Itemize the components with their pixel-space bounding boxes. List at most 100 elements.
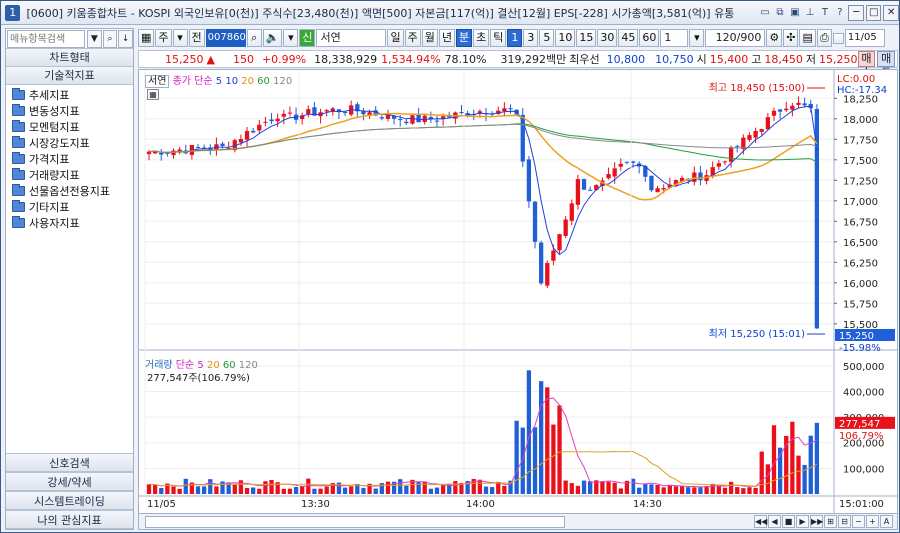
minute-3[interactable]: 3	[523, 29, 539, 47]
window-tool-icon[interactable]: ▣	[788, 6, 801, 20]
last-icon[interactable]: ▶▶	[810, 515, 823, 528]
window-tool-icon[interactable]: ⧉	[773, 6, 786, 20]
tree-item[interactable]: 시장강도지표	[6, 135, 133, 151]
minute-45[interactable]: 45	[618, 29, 639, 47]
chart-type-header[interactable]: 차트형태	[6, 49, 133, 67]
zoom-in-icon[interactable]: +	[866, 515, 879, 528]
lc-label: LC:0.00	[837, 74, 875, 85]
period-day[interactable]: 일	[387, 29, 404, 47]
period-year[interactable]: 년	[438, 29, 455, 47]
prev-icon[interactable]: ◀	[768, 515, 781, 528]
dropdown-icon[interactable]: ▾	[172, 29, 188, 47]
all-button[interactable]: 전	[188, 29, 205, 47]
window-tool-icon[interactable]: ▭	[758, 6, 771, 20]
period-month[interactable]: 월	[421, 29, 438, 47]
speaker-icon[interactable]: 🔈	[262, 29, 283, 47]
tree-item[interactable]: 모멘텀지표	[6, 119, 133, 135]
period-week[interactable]: 주	[404, 29, 421, 47]
checkbox[interactable]	[832, 32, 844, 44]
folder-icon	[12, 200, 25, 212]
signal-search-tab[interactable]: 신호검색	[6, 453, 133, 472]
dropdown-icon[interactable]: ▼	[87, 30, 102, 48]
tree-item[interactable]: 가격지표	[6, 151, 133, 167]
trade-amount: 319,292백만	[500, 53, 567, 66]
candle-body	[575, 179, 581, 205]
credit-icon[interactable]: 신	[299, 29, 316, 47]
market-select[interactable]: 주	[155, 29, 172, 47]
minute-60[interactable]: 60	[639, 29, 660, 47]
ma-label: 종가 단순	[172, 76, 213, 87]
strength-tab[interactable]: 강세/약세	[6, 472, 133, 491]
system-trading-tab[interactable]: 시스템트레이딩	[6, 491, 133, 510]
minimize-button[interactable]: ─	[848, 4, 864, 21]
ma20-label: 20	[241, 76, 254, 87]
stock-code-input[interactable]: 007860	[205, 29, 246, 47]
font-icon[interactable]: A	[880, 515, 893, 528]
grid-icon[interactable]: ▦	[138, 29, 155, 47]
tech-indicator-header[interactable]: 기술적지표	[6, 67, 133, 85]
sell-button[interactable]: 매도	[877, 51, 895, 79]
arrow-down-icon[interactable]: ↓	[118, 30, 134, 48]
volume-bar	[300, 485, 305, 494]
volume-bar	[312, 488, 317, 494]
volume-bar	[146, 484, 152, 494]
tree-item[interactable]: 거래량지표	[6, 167, 133, 183]
buy-button[interactable]: 매수	[857, 51, 876, 79]
settings-icon[interactable]: ⚙	[766, 29, 783, 47]
period-tick[interactable]: 틱	[490, 29, 507, 47]
scroll-track[interactable]	[145, 515, 565, 528]
tree-item[interactable]: 변동성지표	[6, 103, 133, 119]
pin-icon[interactable]: ⊥	[803, 6, 816, 20]
volume-bar	[440, 485, 446, 494]
close-button[interactable]: ✕	[883, 4, 899, 21]
minute-5[interactable]: 5	[539, 29, 555, 47]
stock-tab[interactable]: 서연	[145, 75, 170, 88]
candle-body	[661, 188, 666, 190]
chart-option-icon[interactable]: ▦	[147, 89, 159, 100]
first-icon[interactable]: ◀◀	[754, 515, 767, 528]
dropdown-icon[interactable]: ▾	[689, 29, 705, 47]
period-second[interactable]: 초	[473, 29, 490, 47]
next-icon[interactable]: ▶	[796, 515, 809, 528]
zoom-out-icon[interactable]: −	[852, 515, 865, 528]
minute-15[interactable]: 15	[576, 29, 597, 47]
chart-area[interactable]: 18,250 18,000 17,750 17,500 17,250 17,000 16,7…	[138, 69, 898, 530]
volume-bar	[563, 480, 568, 494]
text-icon[interactable]: T	[818, 6, 831, 20]
candle-body	[416, 114, 421, 123]
save-icon[interactable]: ▤	[799, 29, 816, 47]
help-icon[interactable]: ?	[833, 6, 846, 20]
search-icon[interactable]: ⌕	[246, 29, 262, 47]
maximize-button[interactable]: □	[865, 4, 882, 21]
tree-item[interactable]: 선물옵션전용지표	[6, 183, 133, 199]
candle-body	[532, 201, 538, 242]
candle-body	[735, 146, 740, 148]
candle-body	[195, 147, 201, 149]
search-icon[interactable]: ⌕	[102, 30, 118, 48]
period-minute[interactable]: 분	[455, 29, 473, 47]
tree-item[interactable]: 추세지표	[6, 87, 133, 103]
count-input[interactable]: 120/900	[705, 29, 766, 47]
panel-bottom-tabs: 신호검색 강세/약세 시스템트레이딩 나의 관심지표	[6, 453, 133, 529]
volume-bar	[214, 486, 219, 494]
up-arrow-icon: ▲	[206, 52, 215, 66]
my-indicators-tab[interactable]: 나의 관심지표	[6, 510, 133, 529]
zoom-fit-icon[interactable]: ⊞	[824, 515, 837, 528]
volume-bar	[698, 487, 703, 494]
date-input[interactable]: 11/05	[844, 29, 885, 47]
volume-bar	[269, 479, 274, 494]
tree-item[interactable]: 사용자지표	[6, 215, 133, 231]
chart-svg[interactable]: 18,25018,00017,75017,50017,25017,00016,7…	[139, 70, 897, 514]
minute-1[interactable]: 1	[507, 29, 523, 47]
volume-bar	[808, 435, 813, 494]
print-icon[interactable]: ⎙	[816, 29, 832, 47]
stop-icon[interactable]: ■	[782, 515, 795, 528]
tree-item[interactable]: 기타지표	[6, 199, 133, 215]
dropdown-icon[interactable]: ▾	[283, 29, 299, 47]
minute-30[interactable]: 30	[597, 29, 618, 47]
crosshair-icon[interactable]: ✣	[783, 29, 799, 47]
zoom-reset-icon[interactable]: ⊟	[838, 515, 851, 528]
minute-10[interactable]: 10	[555, 29, 576, 47]
unit-input[interactable]: 1	[660, 29, 689, 47]
menu-search-input[interactable]	[7, 30, 85, 48]
